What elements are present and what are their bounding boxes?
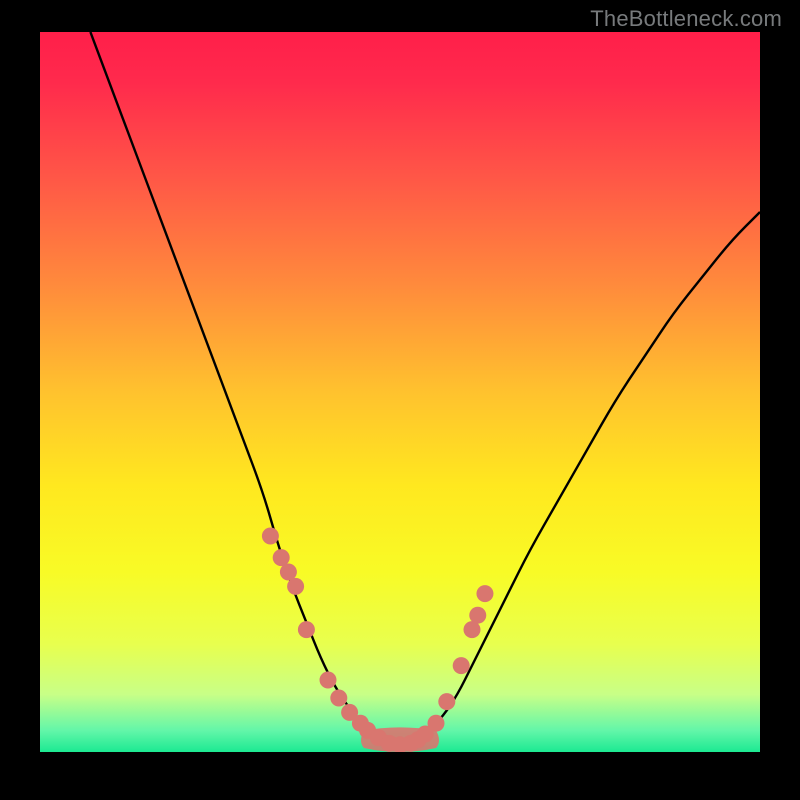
hotspot-marker — [287, 578, 304, 595]
hotspot-marker — [262, 528, 279, 545]
hotspot-marker — [273, 549, 290, 566]
left-curve — [90, 32, 392, 746]
hotspot-marker — [469, 607, 486, 624]
hotspot-marker — [298, 621, 315, 638]
hotspot-marker — [330, 690, 347, 707]
curve-layer — [40, 32, 760, 752]
hotspot-marker — [476, 585, 493, 602]
watermark-text: TheBottleneck.com — [590, 6, 782, 32]
marker-group — [262, 528, 494, 753]
hotspot-marker — [453, 657, 470, 674]
plot-area — [40, 32, 760, 752]
hotspot-marker — [428, 715, 445, 732]
hotspot-marker — [280, 564, 297, 581]
outer-frame: TheBottleneck.com — [0, 0, 800, 800]
hotspot-marker — [438, 693, 455, 710]
hotspot-marker — [320, 672, 337, 689]
